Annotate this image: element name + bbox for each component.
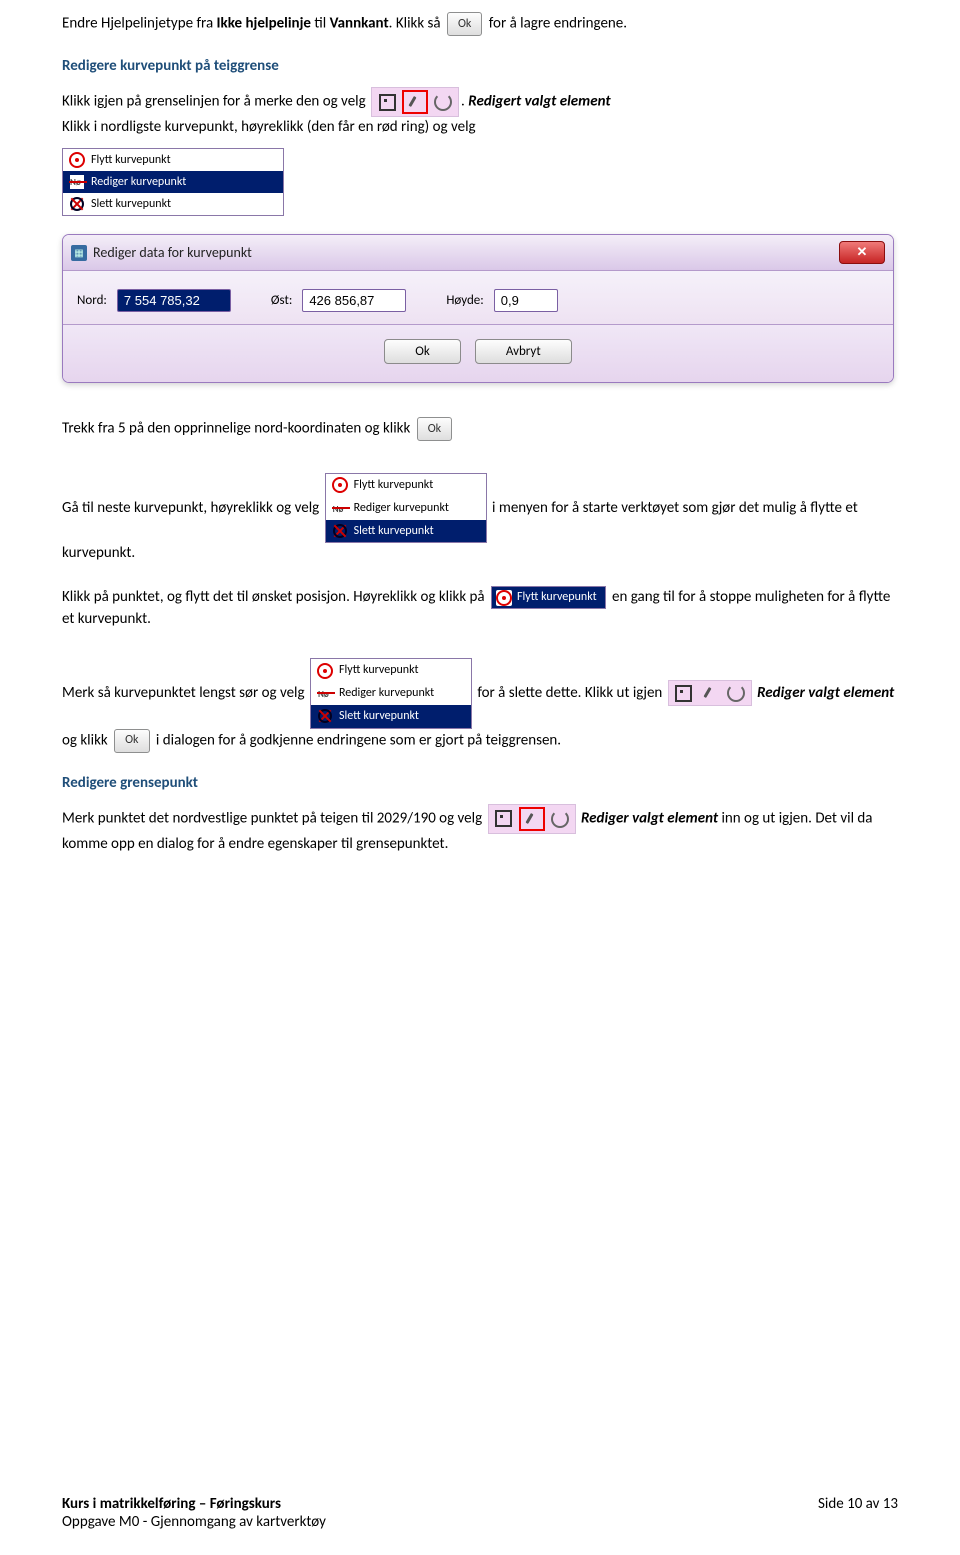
text: for å slette dette. Klikk ut igjen [474,684,666,702]
menu-item-slett[interactable]: Slett kurvepunkt [311,705,471,728]
paragraph-6: Merk så kurvepunktet lengst sør og velg … [62,658,898,752]
context-menu-inline-2: Flytt kurvepunkt Rediger kurvepunkt Slet… [310,658,472,728]
footer-subtitle: Oppgave M0 - Gjennomgang av kartverktøy [62,1513,326,1531]
menu-item-rediger[interactable]: Rediger kurvepunkt [63,171,283,193]
target-icon [69,152,85,168]
text: for å lagre endringene. [485,15,627,33]
edit-icon[interactable] [519,807,545,831]
rotate-icon[interactable] [549,809,571,829]
select-icon[interactable] [493,809,515,829]
edit-icon[interactable] [699,683,721,703]
menu-item-slett[interactable]: Slett kurvepunkt [326,520,486,543]
menu-label: Flytt kurvepunkt [91,153,171,167]
text-bold-italic: Rediger valgt element [757,684,894,702]
menu-item-rediger[interactable]: Rediger kurvepunkt [311,682,471,705]
menu-item-flytt[interactable]: Flytt kurvepunkt [326,474,486,497]
rotate-icon[interactable] [432,92,454,112]
ost-input[interactable] [302,289,406,312]
nord-input[interactable] [117,289,231,312]
rediger-icon [69,174,85,190]
text: og klikk [62,731,111,749]
hoyde-label: Høyde: [446,293,483,308]
heading-redigere-grensepunkt: Redigere grensepunkt [62,773,898,794]
text-bold: Vannkant [330,15,389,33]
paragraph-7: Merk punktet det nordvestlige punktet på… [62,804,898,855]
menu-item-flytt[interactable]: Flytt kurvepunkt [311,659,471,682]
nord-label: Nord: [77,293,107,308]
paragraph-2: Klikk igjen på grenselinjen for å merke … [62,87,898,138]
menu-item-flytt[interactable]: Flytt kurvepunkt [63,149,283,171]
rediger-icon [317,685,333,701]
dialog-body: Nord: Øst: Høyde: [63,270,893,325]
edit-icon[interactable] [402,90,428,114]
text-bold: Ikke hjelpelinje [217,15,311,33]
menu-label: Slett kurvepunkt [354,523,434,540]
text-bold-italic: Redigert valgt element [468,93,610,111]
menu-label: Flytt kurvepunkt [354,477,434,494]
context-menu-inline-1: Flytt kurvepunkt Rediger kurvepunkt Slet… [325,473,487,543]
ok-button[interactable]: Ok [447,12,482,36]
close-button[interactable]: ✕ [839,241,885,264]
toolbar-strip [488,804,576,834]
paragraph-5: Klikk på punktet, og flytt det til ønske… [62,586,898,630]
menu-item-slett[interactable]: Slett kurvepunkt [63,193,283,215]
text: Merk så kurvepunktet lengst sør og velg [62,684,308,702]
text-bold-italic: Rediger valgt element [581,809,718,827]
delete-icon [69,196,85,212]
ok-button[interactable]: Ok [114,729,149,753]
menu-label: Slett kurvepunkt [91,197,171,211]
text: Gå til neste kurvepunkt, høyreklikk og v… [62,499,323,517]
app-icon [71,245,87,261]
text: til [311,15,330,33]
select-icon[interactable] [673,683,695,703]
text: Endre Hjelpelinjetype fra [62,15,217,33]
page-footer: Kurs i matrikkelføring – Føringskurs Opp… [0,1495,960,1531]
context-menu-1: Flytt kurvepunkt Rediger kurvepunkt Slet… [62,148,284,216]
target-icon [496,590,512,606]
text: . Klikk så [389,15,444,33]
menu-label: Flytt kurvepunkt [517,589,597,606]
footer-page-number: Side 10 av 13 [818,1495,898,1531]
ost-label: Øst: [271,293,292,308]
delete-icon [317,708,333,724]
menu-label: Slett kurvepunkt [339,708,419,725]
menu-label: Rediger kurvepunkt [91,175,186,189]
ok-button[interactable]: Ok [417,417,452,441]
text: i dialogen for å godkjenne endringene so… [153,731,562,749]
flytt-kurvepunkt-chip[interactable]: Flytt kurvepunkt [491,586,606,609]
text: Trekk fra 5 på den opprinnelige nord-koo… [62,420,414,438]
text: Klikk igjen på grenselinjen for å merke … [62,93,369,111]
dialog-rediger-data: Rediger data for kurvepunkt ✕ Nord: Øst:… [62,234,894,383]
target-icon [317,663,333,679]
rotate-icon[interactable] [725,683,747,703]
dialog-titlebar: Rediger data for kurvepunkt ✕ [63,235,893,270]
toolbar-strip [371,87,459,117]
toolbar-strip [668,680,752,706]
dialog-buttons: Ok Avbryt [63,325,893,382]
hoyde-input[interactable] [494,289,558,312]
footer-title: Kurs i matrikkelføring – Føringskurs [62,1495,326,1513]
heading-redigere-kurvepunkt: Redigere kurvepunkt på teiggrense [62,56,898,77]
delete-icon [332,523,348,539]
text: Klikk på punktet, og flytt det til ønske… [62,588,488,606]
menu-label: Rediger kurvepunkt [339,685,434,702]
rediger-icon [332,500,348,516]
text: Merk punktet det nordvestlige punktet på… [62,809,486,827]
text: Klikk i nordligste kurvepunkt, høyreklik… [62,118,476,136]
dialog-title: Rediger data for kurvepunkt [93,244,252,261]
paragraph-1: Endre Hjelpelinjetype fra Ikke hjelpelin… [62,12,898,36]
menu-item-rediger[interactable]: Rediger kurvepunkt [326,497,486,520]
dialog-ok-button[interactable]: Ok [384,339,461,364]
dialog-avbryt-button[interactable]: Avbryt [475,339,572,364]
menu-label: Rediger kurvepunkt [354,500,449,517]
target-icon [332,477,348,493]
select-icon[interactable] [376,92,398,112]
paragraph-3: Trekk fra 5 på den opprinnelige nord-koo… [62,417,898,441]
paragraph-4: Gå til neste kurvepunkt, høyreklikk og v… [62,473,898,564]
menu-label: Flytt kurvepunkt [339,662,419,679]
